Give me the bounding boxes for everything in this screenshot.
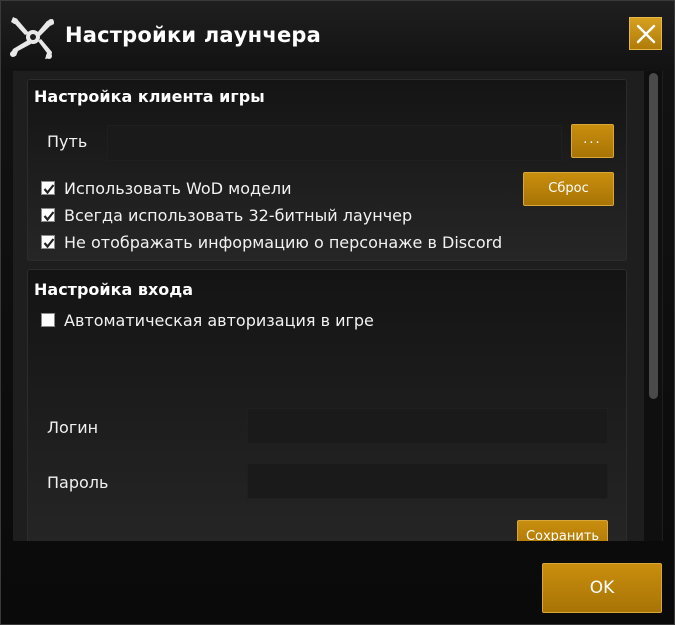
title-bar[interactable]: Настройки лаунчера [1, 1, 674, 67]
login-label: Логин [47, 418, 99, 437]
vertical-scrollbar[interactable] [644, 71, 662, 541]
auto-login-label: Автоматическая авторизация в игре [64, 310, 374, 330]
settings-content[interactable]: Настройка клиента игры Путь ... Сброс Ис… [13, 71, 663, 541]
launcher-32bit-label: Всегда использовать 32-битный лаунчер [64, 205, 413, 225]
wod-models-option[interactable]: Использовать WoD модели [41, 178, 292, 198]
login-input[interactable] [247, 408, 608, 444]
window-title: Настройки лаунчера [65, 23, 322, 47]
save-button[interactable]: Сохранить [517, 520, 608, 541]
login-settings-title: Настройка входа [34, 280, 193, 299]
settings-window: Настройки лаунчера Настройка клиента игр… [0, 0, 675, 625]
client-settings-panel: Настройка клиента игры Путь ... Сброс Ис… [27, 79, 627, 261]
browse-button[interactable]: ... [571, 124, 614, 158]
ok-button[interactable]: OK [542, 563, 662, 613]
scrollbar-thumb[interactable] [649, 73, 658, 399]
auto-login-checkbox[interactable] [41, 313, 55, 327]
close-button[interactable] [629, 17, 662, 50]
auto-login-option[interactable]: Автоматическая авторизация в игре [41, 310, 374, 330]
login-settings-panel: Настройка входа Автоматическая авторизац… [27, 269, 627, 541]
discord-info-checkbox[interactable] [41, 235, 55, 249]
path-field[interactable] [107, 125, 562, 161]
password-input[interactable] [247, 463, 608, 499]
client-settings-title: Настройка клиента игры [34, 87, 265, 106]
logo-icon [7, 13, 59, 61]
path-label: Путь [47, 132, 88, 151]
discord-info-label: Не отображать информацию о персонаже в D… [64, 232, 503, 252]
wod-models-label: Использовать WoD модели [64, 178, 292, 198]
reset-button[interactable]: Сброс [523, 172, 614, 206]
launcher-32bit-checkbox[interactable] [41, 208, 55, 222]
password-label: Пароль [47, 473, 109, 492]
wod-models-checkbox[interactable] [41, 181, 55, 195]
launcher-32bit-option[interactable]: Всегда использовать 32-битный лаунчер [41, 205, 412, 225]
discord-info-option[interactable]: Не отображать информацию о персонаже в D… [41, 232, 502, 252]
